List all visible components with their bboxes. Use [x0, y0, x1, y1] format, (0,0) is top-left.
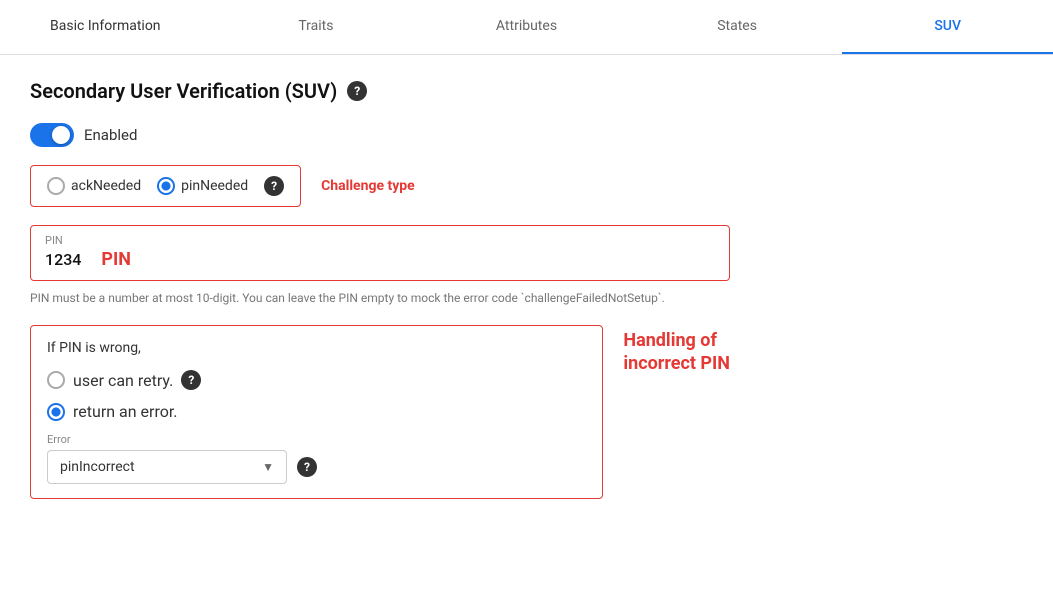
tab-basic-information[interactable]: Basic Information — [0, 0, 211, 54]
retry-help-icon[interactable]: ? — [181, 370, 201, 390]
incorrect-pin-row: If PIN is wrong, user can retry. ? retur… — [30, 325, 730, 499]
tab-traits[interactable]: Traits — [211, 0, 422, 54]
pin-field-label: PIN — [45, 234, 715, 247]
pin-value[interactable]: 1234 — [45, 250, 81, 269]
enabled-toggle[interactable] — [30, 123, 74, 147]
tab-bar: Basic Information Traits Attributes Stat… — [0, 0, 1053, 55]
section-title-text: Secondary User Verification (SUV) — [30, 79, 337, 103]
content-area: Secondary User Verification (SUV) ? Enab… — [0, 55, 1053, 523]
tab-states[interactable]: States — [632, 0, 843, 54]
radio-circle-pin — [157, 177, 175, 195]
incorrect-pin-box: If PIN is wrong, user can retry. ? retur… — [30, 325, 603, 499]
radio-circle-error[interactable] — [47, 403, 65, 421]
pin-row: 1234 PIN — [45, 249, 715, 270]
error-select-value: pinIncorrect — [60, 459, 135, 475]
tab-suv[interactable]: SUV — [842, 0, 1053, 54]
title-help-icon[interactable]: ? — [347, 81, 367, 101]
challenge-help-icon[interactable]: ? — [264, 176, 284, 196]
radio-ack-label: ackNeeded — [71, 178, 141, 194]
radio-error-label: return an error. — [73, 402, 178, 421]
toggle-row: Enabled — [30, 123, 730, 147]
radio-circle-ack — [47, 177, 65, 195]
toggle-track — [30, 123, 74, 147]
radio-pin-needed[interactable]: pinNeeded — [157, 177, 248, 195]
pin-display-label: PIN — [101, 249, 131, 270]
radio-pin-label: pinNeeded — [181, 178, 248, 194]
section-title: Secondary User Verification (SUV) ? — [30, 79, 730, 103]
handling-incorrect-pin-label: Handling ofincorrect PIN — [623, 329, 730, 376]
toggle-label: Enabled — [84, 126, 137, 144]
radio-user-retry-row: user can retry. ? — [47, 370, 586, 390]
radio-ack-needed[interactable]: ackNeeded — [47, 177, 141, 195]
challenge-type-box: ackNeeded pinNeeded ? — [30, 165, 301, 207]
radio-retry-label: user can retry. — [73, 371, 173, 390]
error-select-section: Error pinIncorrect ▼ ? — [47, 433, 586, 484]
incorrect-pin-title: If PIN is wrong, — [47, 340, 586, 356]
error-select-row: pinIncorrect ▼ ? — [47, 450, 586, 484]
toggle-thumb — [52, 126, 70, 144]
error-help-icon[interactable]: ? — [297, 457, 317, 477]
pin-hint: PIN must be a number at most 10-digit. Y… — [30, 289, 730, 307]
left-panel: Secondary User Verification (SUV) ? Enab… — [30, 79, 730, 499]
tab-attributes[interactable]: Attributes — [421, 0, 632, 54]
radio-return-error-row: return an error. — [47, 402, 586, 421]
challenge-type-label: Challenge type — [321, 178, 415, 194]
error-select-dropdown[interactable]: pinIncorrect ▼ — [47, 450, 287, 484]
radio-circle-retry[interactable] — [47, 371, 65, 389]
error-select-label: Error — [47, 433, 586, 446]
handling-label-container: Handling ofincorrect PIN — [623, 325, 730, 376]
chevron-down-icon: ▼ — [262, 460, 274, 474]
challenge-type-row: ackNeeded pinNeeded ? Challenge type — [30, 165, 730, 207]
pin-box: PIN 1234 PIN — [30, 225, 730, 281]
